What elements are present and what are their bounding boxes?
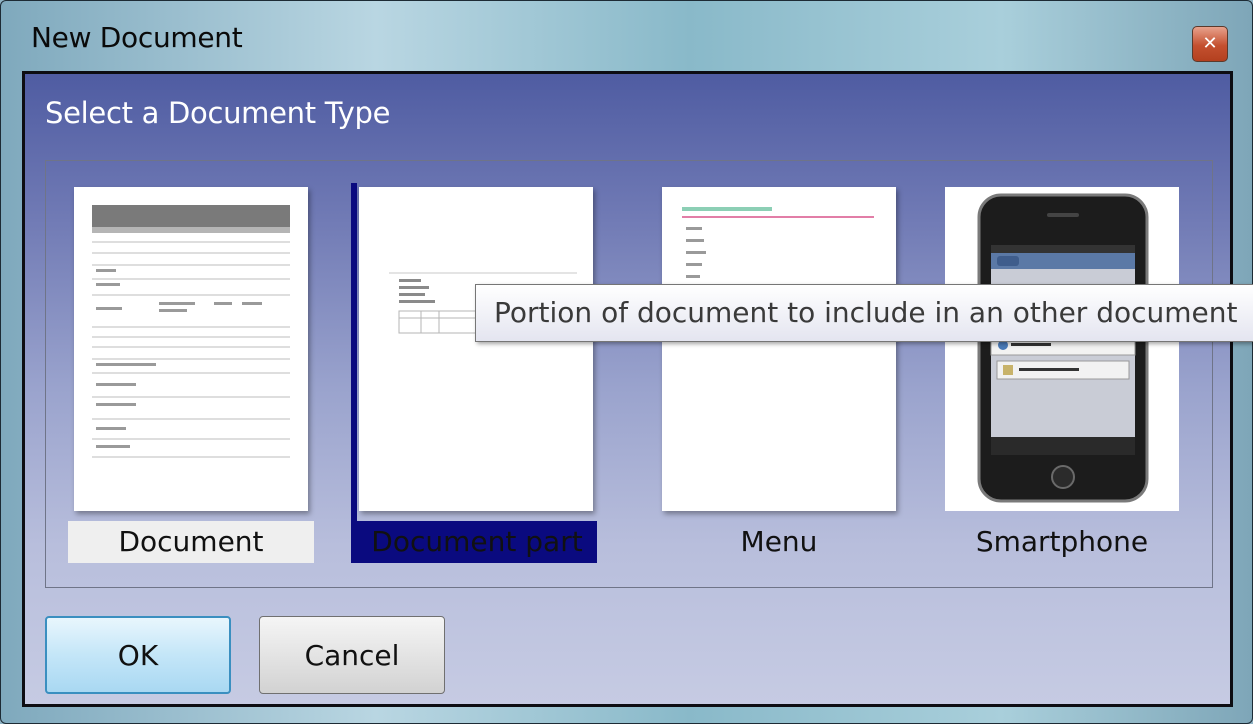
document-type-smartphone[interactable]: Smartphone <box>939 183 1185 563</box>
tooltip: Portion of document to include in an oth… <box>475 284 1253 342</box>
dialog-client-area: Select a Document Type Document Document… <box>22 71 1233 707</box>
document-type-document-part[interactable]: Document part <box>351 183 597 563</box>
document-type-label: Document <box>68 521 314 563</box>
document-type-label: Document part <box>357 521 597 563</box>
document-type-label: Menu <box>740 525 818 558</box>
document-type-group: Document Document part Menu Smartphone <box>45 160 1213 588</box>
cancel-button[interactable]: Cancel <box>259 616 445 694</box>
new-document-window: New Document ✕ Select a Document Type Do… <box>0 0 1253 724</box>
document-type-menu[interactable]: Menu <box>656 183 902 563</box>
document-type-label: Smartphone <box>975 525 1149 558</box>
close-icon: ✕ <box>1202 33 1218 54</box>
smartphone-thumbnail-icon <box>945 187 1179 511</box>
close-button[interactable]: ✕ <box>1192 26 1228 62</box>
title-bar[interactable]: New Document ✕ <box>1 1 1252 69</box>
document-type-document[interactable]: Document <box>68 183 314 563</box>
dialog-heading: Select a Document Type <box>45 96 391 130</box>
window-title: New Document <box>31 21 243 54</box>
menu-thumbnail-icon <box>662 187 896 511</box>
document-part-thumbnail-icon <box>359 187 593 511</box>
ok-button[interactable]: OK <box>45 616 231 694</box>
document-thumbnail-icon <box>74 187 308 511</box>
